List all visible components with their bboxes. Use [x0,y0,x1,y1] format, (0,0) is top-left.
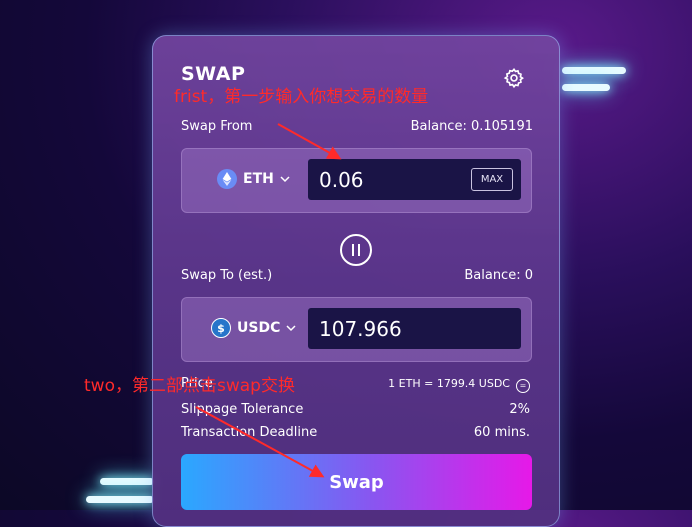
from-amount-input[interactable]: 0.06 [319,168,364,192]
to-amount-field[interactable]: 107.966 [308,308,521,349]
swap-from-panel: ETH 0.06 MAX [181,148,532,213]
switch-direction-button[interactable] [340,234,372,266]
glow-bar [562,67,626,74]
deadline-label: Transaction Deadline [181,425,318,440]
switch-bar [358,244,360,256]
equals-icon[interactable]: = [516,378,530,393]
annotation-step-one: frist，第一步输入你想交易的数量 [174,87,429,107]
glow-bar [100,478,154,485]
eth-icon [217,169,237,189]
to-token-name: USDC [237,320,281,336]
chevron-down-icon [286,325,296,332]
swap-from-label: Swap From [181,119,253,134]
swap-to-label: Swap To (est.) [181,268,273,283]
swap-to-panel: $ USDC 107.966 [181,297,532,362]
glow-bar [86,496,154,503]
swap-button[interactable]: Swap [181,454,532,510]
slippage-row: Slippage Tolerance 2% [181,402,530,417]
to-amount-input[interactable]: 107.966 [319,317,402,341]
deadline-row: Transaction Deadline 60 mins. [181,425,530,440]
switch-bar [352,244,354,256]
price-value: 1 ETH = 1799.4 USDC [388,377,510,390]
annotation-step-two: two，第二部点击swap交换 [84,376,295,396]
to-token-selector[interactable]: $ USDC [211,318,296,338]
gear-icon[interactable] [503,67,525,89]
price-value-wrap: 1 ETH = 1799.4 USDC = [388,376,530,393]
glow-bar [562,84,610,91]
from-token-selector[interactable]: ETH [217,169,290,189]
usdc-icon: $ [211,318,231,338]
max-button[interactable]: MAX [471,168,513,191]
from-balance: Balance: 0.105191 [410,119,533,134]
deadline-value: 60 mins. [473,425,530,440]
from-amount-field[interactable]: 0.06 MAX [308,159,521,200]
slippage-value: 2% [509,402,530,417]
from-token-name: ETH [243,171,274,187]
swap-card: SWAP Swap From Balance: 0.105191 ETH 0.0… [152,35,560,527]
chevron-down-icon [280,176,290,183]
slippage-label: Slippage Tolerance [181,402,304,417]
to-balance: Balance: 0 [464,268,533,283]
